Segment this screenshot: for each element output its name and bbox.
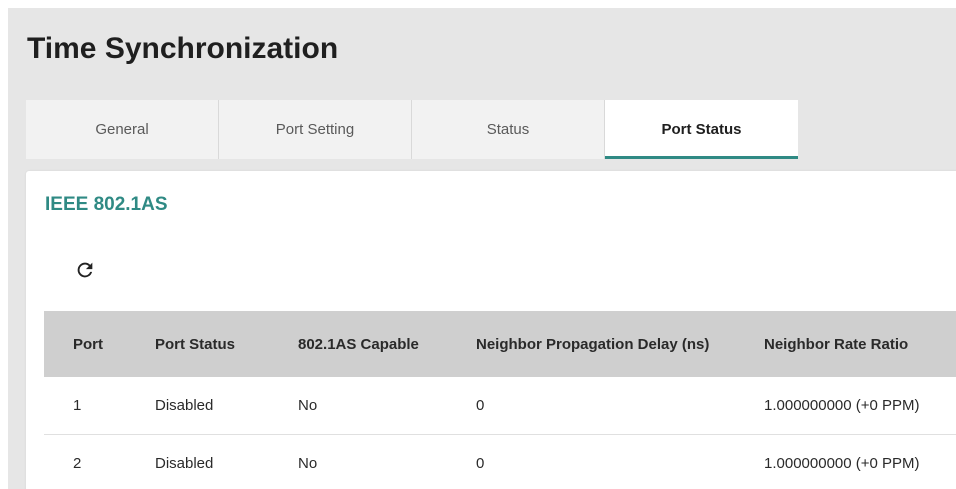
table-header-row: Port Port Status 802.1AS Capable Neighbo… <box>44 311 956 377</box>
cell-capable: No <box>298 434 476 489</box>
page-title: Time Synchronization <box>27 32 339 65</box>
tab-port-status[interactable]: Port Status <box>605 100 798 159</box>
column-header-propagation-delay[interactable]: Neighbor Propagation Delay (ns) <box>476 311 764 377</box>
cell-port-status: Disabled <box>155 377 298 435</box>
table-row: 1 Disabled No 0 1.000000000 (+0 PPM) <box>44 377 956 435</box>
port-status-table: Port Port Status 802.1AS Capable Neighbo… <box>44 311 956 489</box>
cell-propagation-delay: 0 <box>476 377 764 435</box>
column-header-port[interactable]: Port <box>44 311 155 377</box>
cell-rate-ratio: 1.000000000 (+0 PPM) <box>764 434 956 489</box>
content-card: IEEE 802.1AS Port Port Status 802.1AS Ca… <box>26 171 956 489</box>
tab-status[interactable]: Status <box>412 100 605 159</box>
app-frame: Time Synchronization General Port Settin… <box>8 8 956 489</box>
cell-port: 1 <box>44 377 155 435</box>
column-header-rate-ratio[interactable]: Neighbor Rate Ratio <box>764 311 956 377</box>
tab-bar: General Port Setting Status Port Status <box>26 100 798 159</box>
cell-rate-ratio: 1.000000000 (+0 PPM) <box>764 377 956 435</box>
cell-port: 2 <box>44 434 155 489</box>
section-title: IEEE 802.1AS <box>45 194 168 215</box>
column-header-capable[interactable]: 802.1AS Capable <box>298 311 476 377</box>
cell-port-status: Disabled <box>155 434 298 489</box>
column-header-port-status[interactable]: Port Status <box>155 311 298 377</box>
refresh-button[interactable] <box>71 256 99 284</box>
cell-capable: No <box>298 377 476 435</box>
tab-general[interactable]: General <box>26 100 219 159</box>
cell-propagation-delay: 0 <box>476 434 764 489</box>
refresh-icon <box>77 262 93 278</box>
tab-port-setting[interactable]: Port Setting <box>219 100 412 159</box>
table-row: 2 Disabled No 0 1.000000000 (+0 PPM) <box>44 434 956 489</box>
